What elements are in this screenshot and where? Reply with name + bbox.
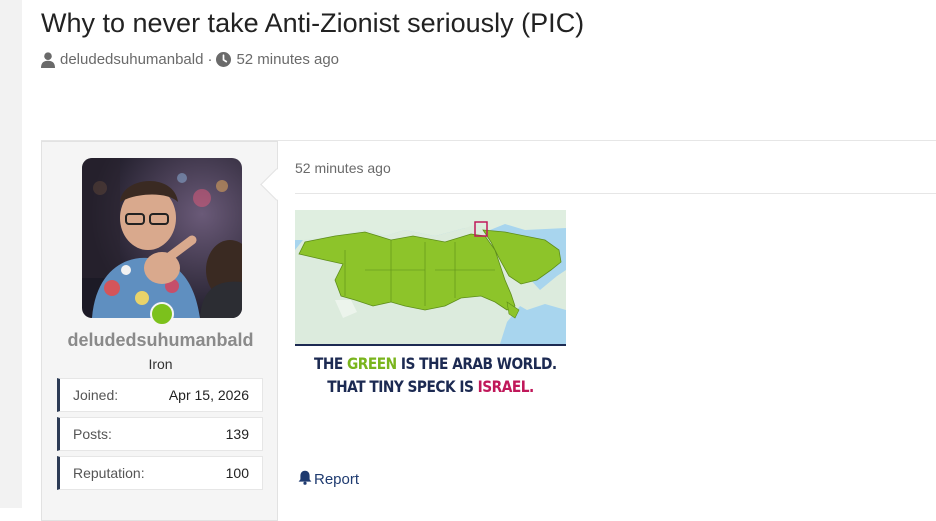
- stat-joined: Joined: Apr 15, 2026: [57, 378, 263, 412]
- thread-author-link[interactable]: deludedsuhumanbald: [60, 51, 203, 68]
- thread-time[interactable]: 52 minutes ago: [236, 51, 339, 68]
- thread-title: Why to never take Anti-Zionist seriously…: [41, 8, 585, 38]
- report-label: Report: [314, 471, 360, 488]
- online-status-indicator: [150, 302, 174, 326]
- arab-world-map: [295, 210, 566, 344]
- meta-separator: ·: [207, 51, 213, 68]
- stat-reputation: Reputation: 100: [57, 456, 263, 490]
- stat-label: Joined:: [73, 387, 119, 403]
- stat-label: Posts:: [73, 426, 112, 442]
- bell-icon: [298, 470, 312, 489]
- report-button[interactable]: Report: [298, 470, 359, 489]
- stat-value: 100: [225, 465, 249, 481]
- image-rule: [295, 344, 566, 346]
- author-rank: Iron: [148, 356, 173, 372]
- post-time[interactable]: 52 minutes ago: [295, 160, 391, 176]
- author-username[interactable]: deludedsuhumanbald: [42, 330, 279, 351]
- clock-icon: [216, 52, 232, 67]
- post: deludedsuhumanbald Iron Joined: Apr 15, …: [41, 140, 936, 521]
- post-image[interactable]: THE GREEN IS THE ARAB WORLD. THAT TINY S…: [295, 210, 566, 409]
- author-card: deludedsuhumanbald Iron Joined: Apr 15, …: [41, 141, 278, 521]
- image-caption-line-2: THAT TINY SPECK IS ISRAEL.: [327, 377, 534, 396]
- thread-meta: deludedsuhumanbald · 52 minutes ago: [41, 51, 339, 68]
- image-caption-line-1: THE GREEN IS THE ARAB WORLD.: [313, 354, 557, 373]
- avatar[interactable]: [82, 158, 242, 318]
- stat-posts: Posts: 139: [57, 417, 263, 451]
- stat-label: Reputation:: [73, 465, 145, 481]
- user-icon: [41, 51, 55, 68]
- stat-value: Apr 15, 2026: [168, 387, 249, 403]
- post-divider: [295, 193, 936, 194]
- stat-value: 139: [225, 426, 249, 442]
- left-gutter: [0, 0, 22, 508]
